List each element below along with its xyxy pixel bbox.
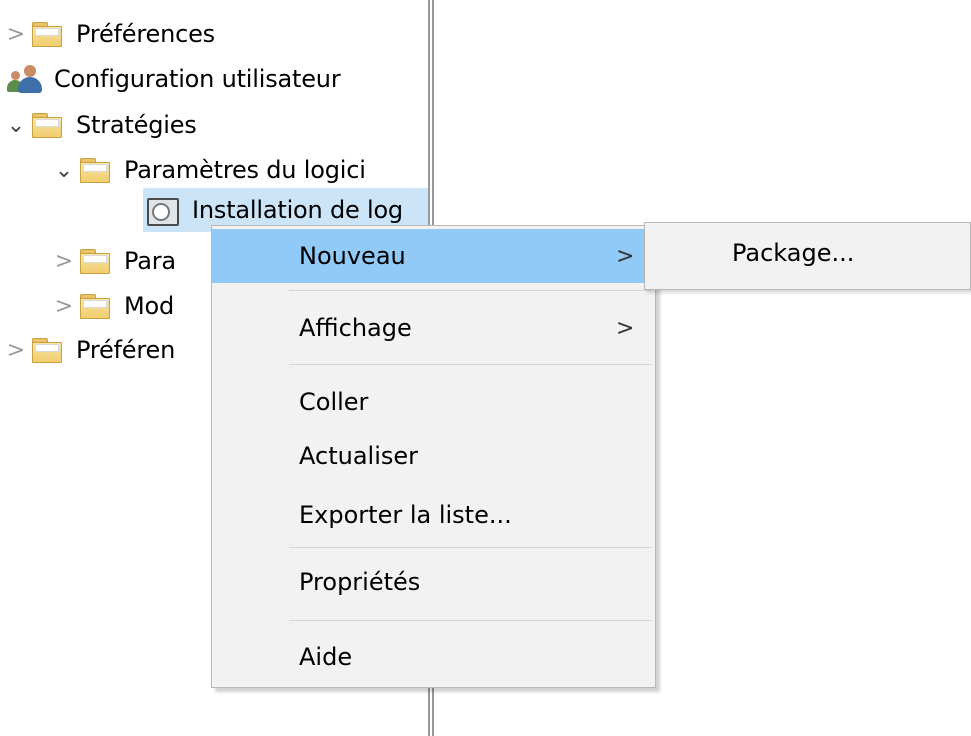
menu-item-label: Actualiser bbox=[299, 442, 418, 470]
menu-item-package[interactable]: Package... bbox=[732, 239, 854, 267]
tree-item-preferences-2[interactable]: > Préféren bbox=[0, 327, 176, 373]
folder-icon bbox=[32, 113, 62, 138]
menu-item-aide[interactable]: Aide bbox=[212, 630, 655, 684]
chevron-right-icon: > bbox=[616, 315, 635, 341]
tree-item-para[interactable]: > Para bbox=[48, 238, 176, 284]
menu-item-label: Nouveau bbox=[299, 242, 406, 270]
tree-item-label: Paramètres du logici bbox=[124, 156, 366, 184]
menu-item-actualiser[interactable]: Actualiser bbox=[212, 429, 655, 483]
chevron-right-icon[interactable]: > bbox=[0, 11, 32, 57]
tree-item-label: Stratégies bbox=[76, 111, 197, 139]
chevron-right-icon[interactable]: > bbox=[48, 238, 80, 284]
submenu-nouveau: Package... bbox=[644, 222, 971, 290]
context-menu: Nouveau > Affichage > Coller Actualiser … bbox=[211, 225, 656, 688]
software-package-icon bbox=[146, 196, 179, 226]
folder-icon bbox=[32, 338, 62, 363]
menu-item-label: Coller bbox=[299, 388, 369, 416]
menu-item-label: Exporter la liste... bbox=[299, 501, 512, 529]
folder-icon bbox=[32, 22, 62, 47]
menu-separator bbox=[289, 364, 651, 365]
chevron-down-icon[interactable]: ⌄ bbox=[48, 147, 80, 193]
menu-item-label: Affichage bbox=[299, 314, 412, 342]
menu-separator bbox=[289, 290, 651, 291]
tree-item-user-configuration[interactable]: Configuration utilisateur bbox=[6, 56, 341, 102]
tree-item-label: Para bbox=[124, 247, 176, 275]
menu-item-exporter-la-liste[interactable]: Exporter la liste... bbox=[212, 488, 655, 542]
tree-item-label: Installation de log bbox=[192, 196, 403, 224]
tree-item-label: Préféren bbox=[76, 336, 176, 364]
menu-separator bbox=[289, 620, 651, 621]
menu-item-coller[interactable]: Coller bbox=[212, 375, 655, 429]
tree-item-label: Configuration utilisateur bbox=[54, 65, 341, 93]
menu-item-proprietes[interactable]: Propriétés bbox=[212, 555, 655, 609]
menu-separator bbox=[289, 547, 651, 548]
tree-item-strategies[interactable]: ⌄ Stratégies bbox=[0, 102, 197, 148]
tree-item-label: Mod bbox=[124, 292, 175, 320]
chevron-right-icon: > bbox=[616, 243, 635, 269]
tree-item-mod[interactable]: > Mod bbox=[48, 283, 174, 329]
folder-icon bbox=[80, 294, 110, 319]
chevron-down-icon[interactable]: ⌄ bbox=[0, 102, 32, 148]
menu-item-affichage[interactable]: Affichage > bbox=[212, 301, 655, 355]
users-icon bbox=[6, 61, 44, 97]
menu-item-nouveau[interactable]: Nouveau > bbox=[212, 229, 655, 283]
tree-item-preferences-1[interactable]: > Préférences bbox=[0, 11, 215, 57]
chevron-right-icon[interactable]: > bbox=[0, 327, 32, 373]
chevron-right-icon[interactable]: > bbox=[48, 283, 80, 329]
folder-icon bbox=[80, 158, 110, 183]
folder-icon bbox=[80, 249, 110, 274]
menu-item-label: Aide bbox=[299, 643, 353, 671]
menu-item-label: Propriétés bbox=[299, 568, 421, 596]
tree-item-label: Préférences bbox=[76, 20, 215, 48]
